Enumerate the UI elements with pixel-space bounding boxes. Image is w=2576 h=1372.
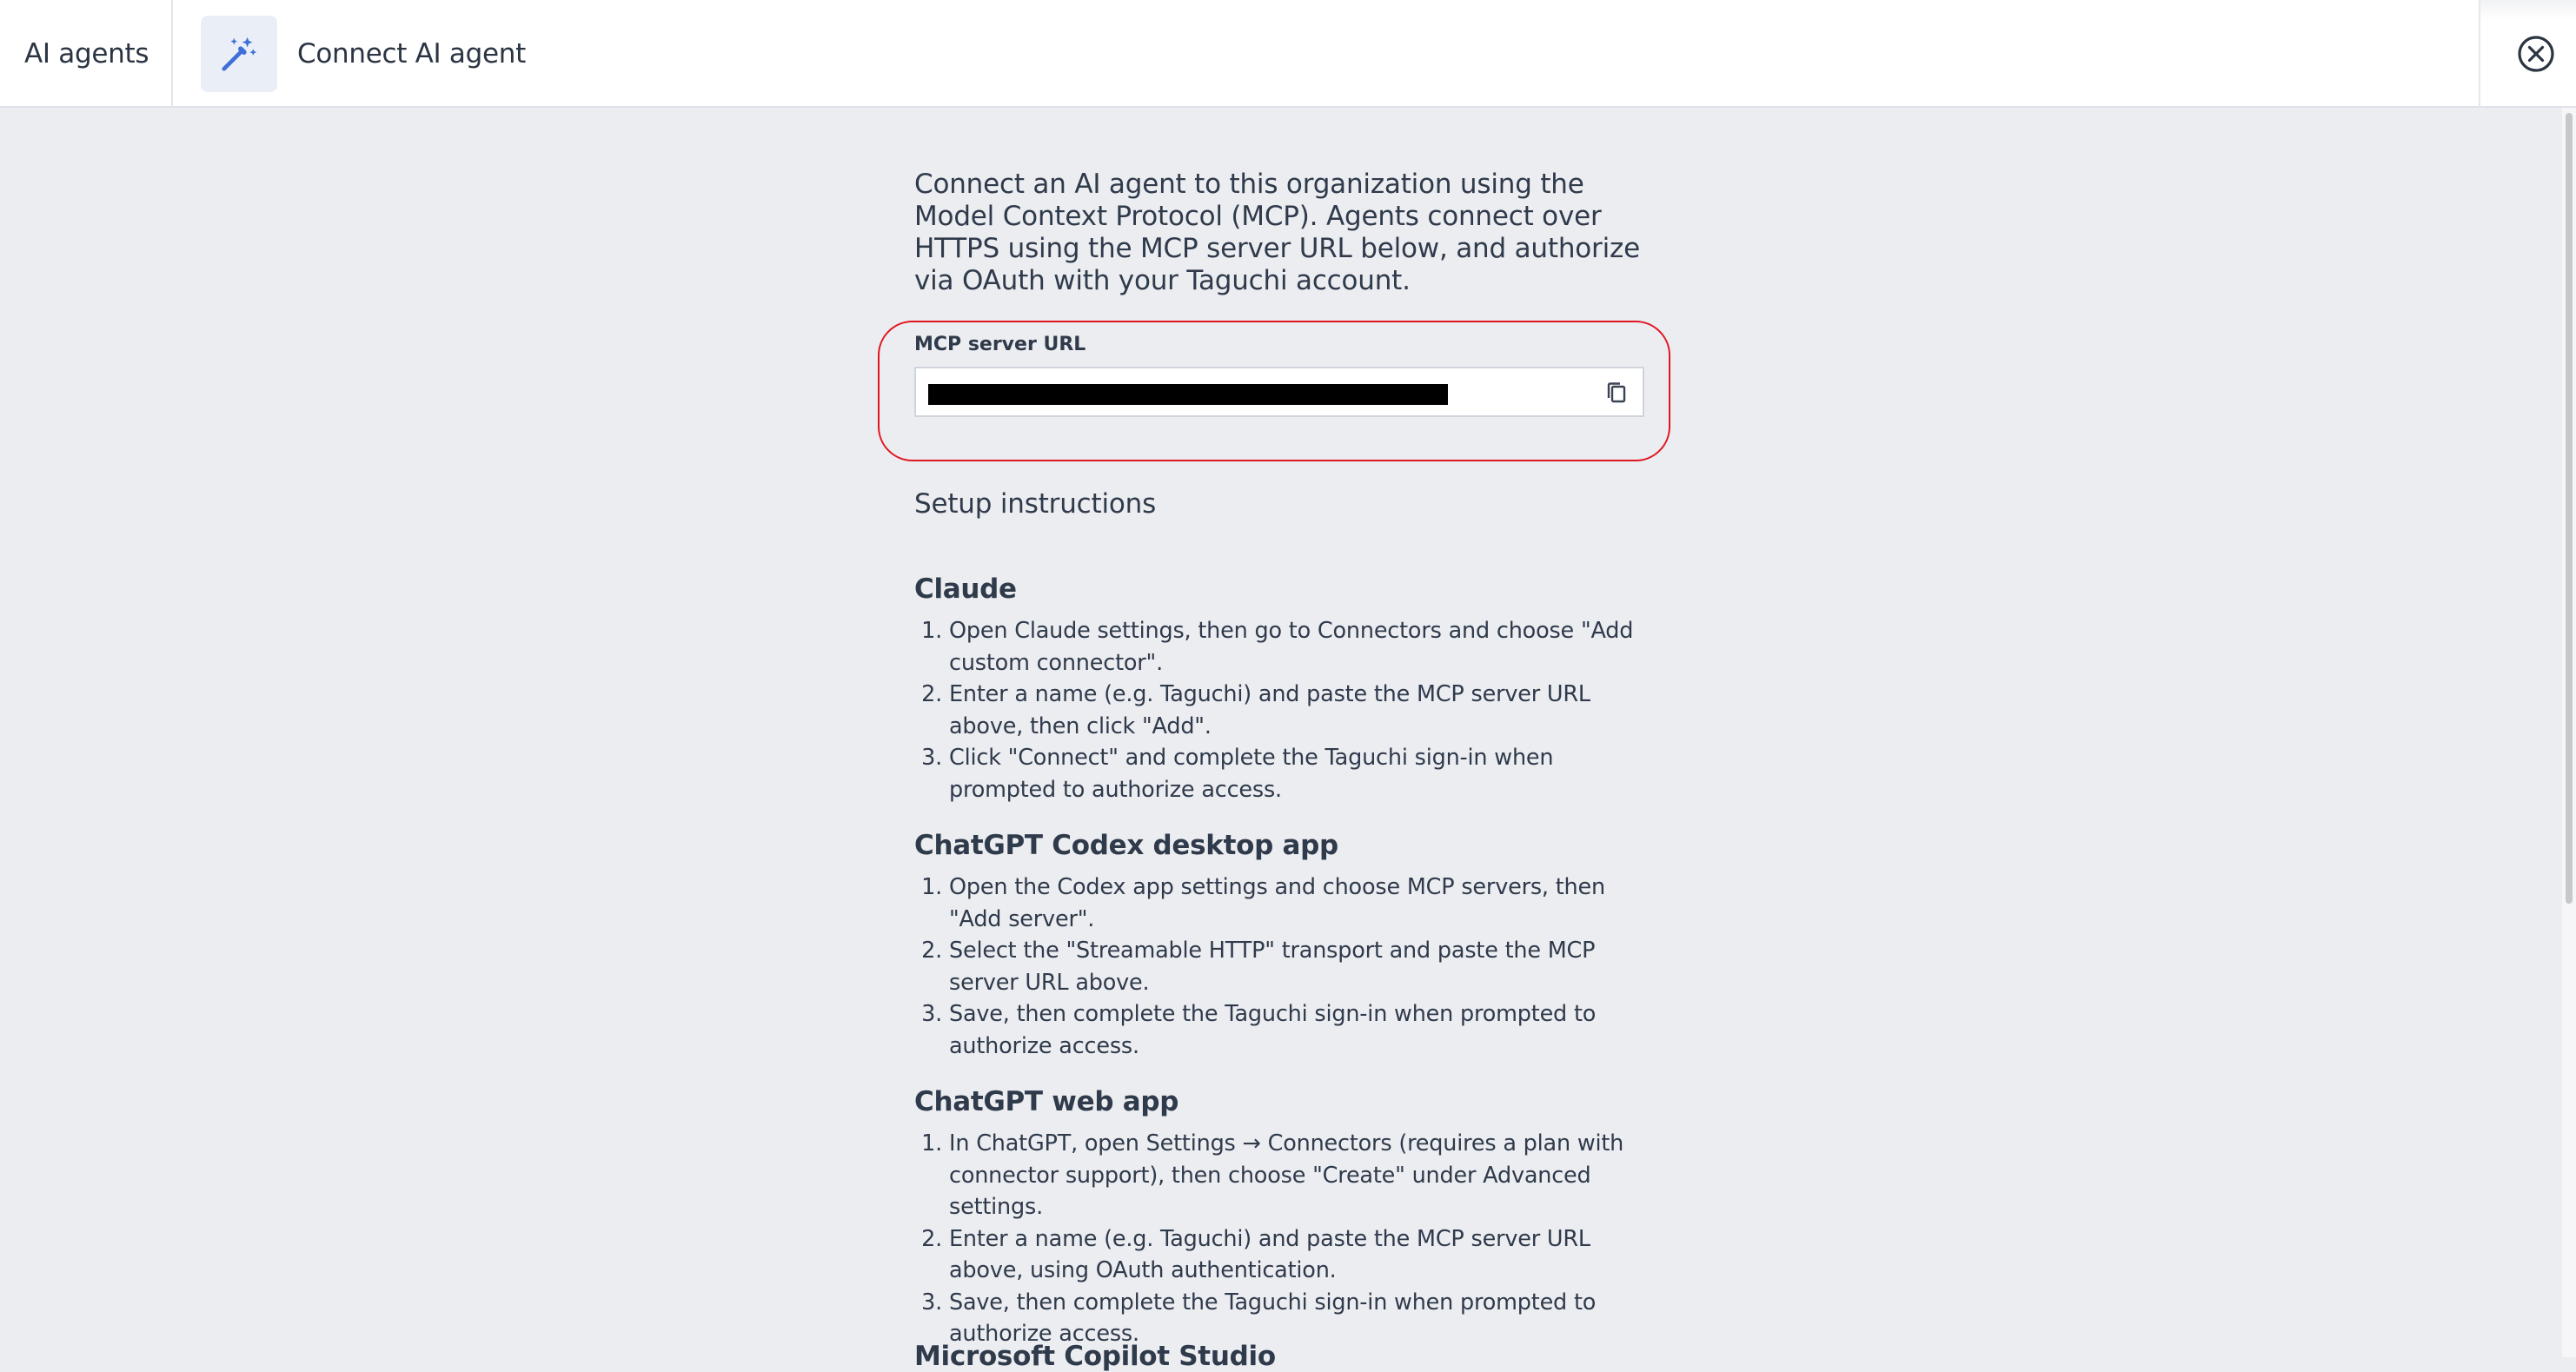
redacted-url-value [928, 384, 1448, 405]
steps-chatgpt-web: In ChatGPT, open Settings → Connectors (… [914, 1128, 1653, 1350]
section-title-claude: Claude [914, 573, 1017, 605]
list-item: Enter a name (e.g. Taguchi) and paste th… [949, 1223, 1653, 1287]
header-divider [2479, 0, 2480, 108]
section-title-copilot: Microsoft Copilot Studio [914, 1341, 1276, 1372]
intro-text: Connect an AI agent to this organization… [914, 169, 1640, 296]
list-item: Click "Connect" and complete the Taguchi… [949, 742, 1653, 805]
list-item: Open the Codex app settings and choose M… [949, 872, 1653, 935]
main-content: Connect an AI agent to this organization… [878, 169, 1670, 1372]
magic-wand-icon [201, 16, 277, 92]
breadcrumb-ai-agents[interactable]: AI agents [24, 33, 149, 75]
list-item: Enter a name (e.g. Taguchi) and paste th… [949, 679, 1653, 742]
section-title-chatgpt-web: ChatGPT web app [914, 1086, 1179, 1117]
mcp-url-label: MCP server URL [914, 334, 1086, 355]
copy-icon[interactable] [1604, 380, 1629, 406]
close-icon[interactable] [2515, 33, 2557, 75]
top-bar: AI agents Connect AI agent [0, 0, 2576, 108]
scrollbar-thumb[interactable] [2566, 113, 2573, 904]
list-item: Save, then complete the Taguchi sign-in … [949, 998, 1653, 1062]
section-title-codex: ChatGPT Codex desktop app [914, 830, 1338, 861]
corner-shade [2479, 0, 2576, 19]
steps-codex: Open the Codex app settings and choose M… [914, 872, 1653, 1062]
list-item: Open Claude settings, then go to Connect… [949, 615, 1653, 679]
mcp-url-field[interactable] [914, 367, 1644, 417]
list-item: In ChatGPT, open Settings → Connectors (… [949, 1128, 1653, 1223]
page-title: Connect AI agent [297, 38, 526, 70]
steps-claude: Open Claude settings, then go to Connect… [914, 615, 1653, 805]
list-item: Select the "Streamable HTTP" transport a… [949, 935, 1653, 998]
header-divider [171, 0, 173, 108]
setup-heading: Setup instructions [914, 488, 1157, 520]
